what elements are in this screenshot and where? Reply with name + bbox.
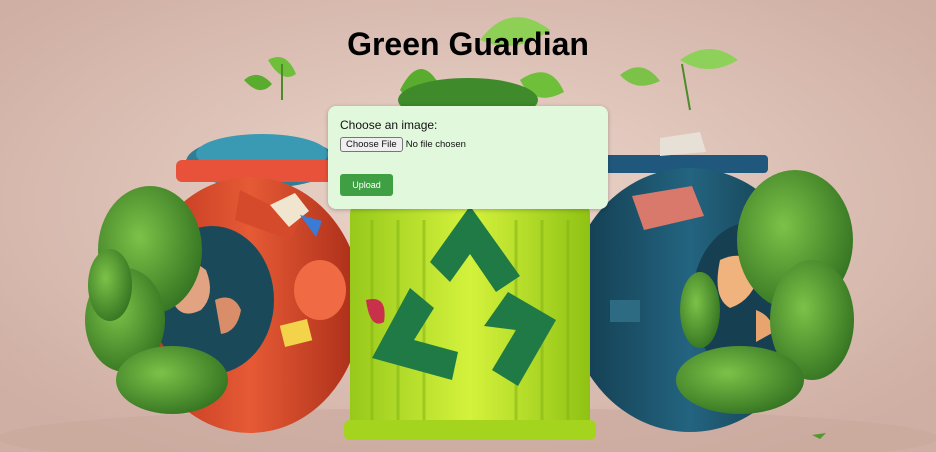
page-title: Green Guardian — [347, 26, 589, 62]
background-illustration — [0, 0, 936, 452]
center-bin — [344, 200, 596, 440]
file-status-text: No file chosen — [405, 139, 466, 150]
choose-image-label: Choose an image: — [340, 118, 438, 132]
upload-form-card: Choose an image: Choose File No file cho… — [328, 106, 608, 209]
file-input[interactable]: Choose File No file chosen — [340, 137, 466, 152]
choose-file-button[interactable]: Choose File — [340, 137, 403, 152]
page: Green Guardian Choose an image: Choose F… — [0, 0, 936, 452]
upload-button[interactable]: Upload — [340, 174, 393, 196]
